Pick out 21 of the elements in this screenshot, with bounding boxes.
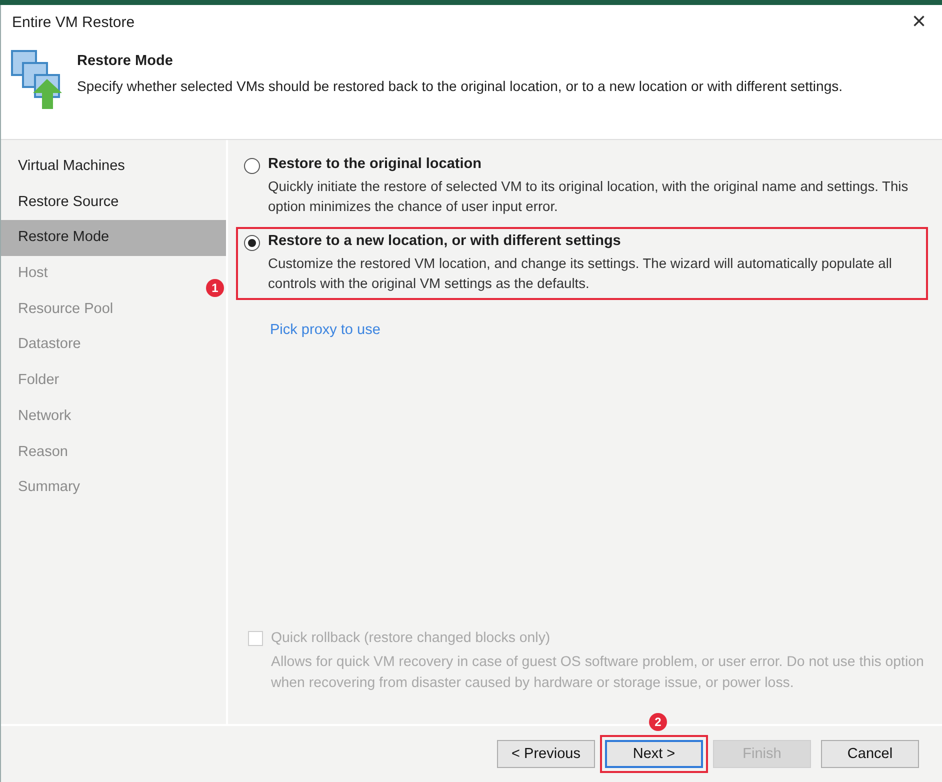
option-title: Restore to the original location: [268, 156, 482, 172]
radio-button[interactable]: [244, 158, 260, 174]
wizard-step[interactable]: Virtual Machines: [1, 149, 133, 185]
step-description: Specify whether selected VMs should be restored back to the original location, or to a new location or with different settings.: [77, 78, 842, 94]
step-title: Restore Mode: [77, 53, 174, 69]
checkbox-description: Allows for quick VM recovery in case of guest OS software problem, or user error. Do not use this option when recovering from disaster caused by hardware or storage issue, or power loss.: [271, 653, 925, 693]
close-button[interactable]: ×: [908, 10, 930, 34]
proxy-link[interactable]: Pick proxy to use: [270, 322, 380, 338]
checkbox-label: Quick rollback (restore changed blocks only): [271, 630, 552, 646]
wizard-step[interactable]: Restore Source: [1, 184, 127, 220]
radio-button[interactable]: [244, 235, 260, 251]
wizard-button[interactable]: Cancel: [821, 740, 919, 768]
option-description: Quickly initiate the restore of selected VM to its original location, with the original name and settings. This option minimizes the chance of user input error.: [268, 178, 910, 216]
option-description: Customize the restored VM location, and change its settings. The wizard will automatically populate all controls with the original VM settings as the defaults.: [268, 255, 893, 293]
step-badge: 2: [649, 713, 667, 731]
step-badge: 1: [206, 279, 224, 297]
wizard-button[interactable]: < Previous: [497, 740, 595, 768]
wizard-button[interactable]: Next >: [605, 740, 703, 768]
wizard-step[interactable]: Restore Mode: [1, 220, 226, 256]
option-title: Restore to a new location, or with different settings: [268, 233, 622, 249]
window-title: Entire VM Restore: [12, 14, 135, 30]
